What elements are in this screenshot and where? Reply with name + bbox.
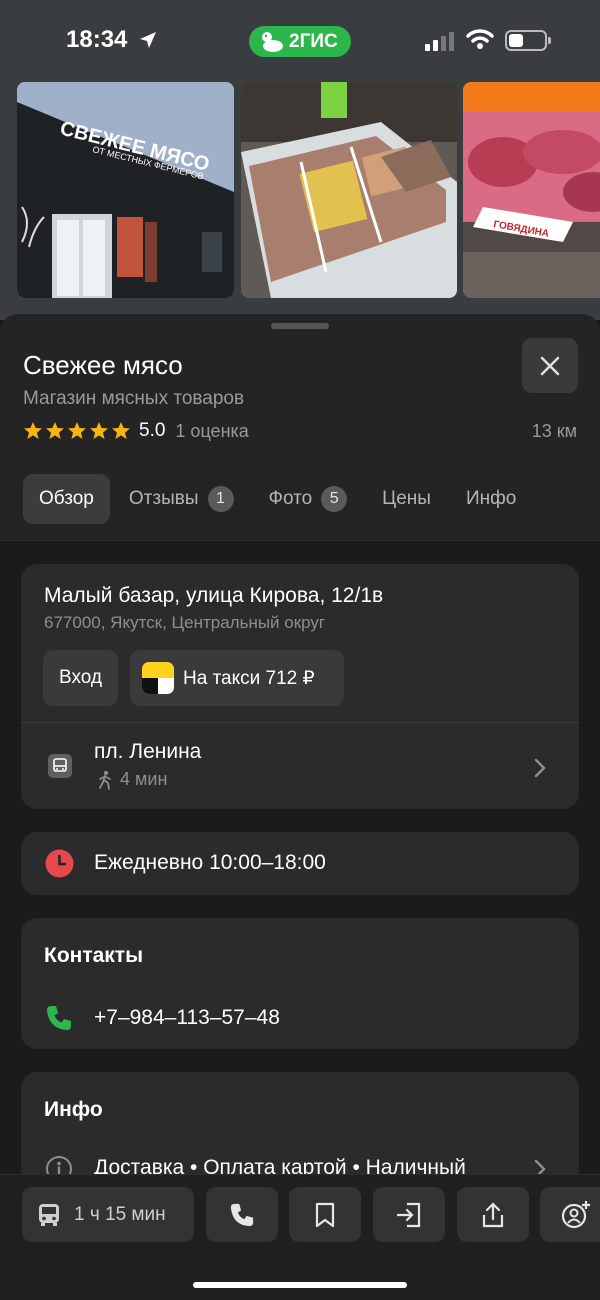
hours-text: Ежедневно 10:00–18:00 <box>94 851 326 874</box>
tab-label: Обзор <box>39 488 94 509</box>
star-icon <box>90 422 108 439</box>
rating-count: 1 оценка <box>175 420 249 441</box>
walking-icon <box>99 770 111 790</box>
rating-row[interactable]: 5.0 1 оценка <box>23 420 249 442</box>
freezer-photo[interactable] <box>241 82 457 298</box>
tab-badge: 1 <box>207 486 234 512</box>
tab-label: Фото <box>268 488 313 509</box>
signal-icon <box>425 32 454 51</box>
route-time: 1 ч 15 мин <box>74 1203 166 1225</box>
tab-label: Цены <box>382 488 431 509</box>
close-button[interactable] <box>522 338 578 393</box>
info-title: Инфо <box>44 1098 103 1121</box>
tab-photos[interactable]: Фото 5 <box>253 474 364 524</box>
transit-stop[interactable]: пл. Ленина <box>94 740 201 764</box>
goose-logo-icon <box>262 31 283 52</box>
app-pill[interactable]: 2ГИС <box>249 26 351 57</box>
star-icon <box>112 422 130 439</box>
close-icon <box>540 356 560 375</box>
home-indicator[interactable] <box>193 1282 407 1288</box>
star-icon <box>24 422 42 439</box>
tab-prices[interactable]: Цены <box>366 474 447 524</box>
chevron-right-icon[interactable] <box>533 757 547 779</box>
meat-counter-photo[interactable]: ГОВЯДИНА <box>463 82 600 298</box>
share-button[interactable] <box>457 1187 529 1242</box>
tab-reviews[interactable]: Отзывы 1 <box>113 474 250 524</box>
star-icon <box>46 422 64 439</box>
route-button[interactable]: 1 ч 15 мин <box>22 1187 194 1242</box>
rating-value: 5.0 <box>139 420 166 441</box>
battery-icon <box>505 30 551 51</box>
phone-icon <box>47 1006 71 1030</box>
call-button[interactable] <box>206 1187 278 1242</box>
bus-icon <box>48 754 72 778</box>
status-bar: 18:34 2ГИС <box>0 0 600 80</box>
tab-badge: 5 <box>321 486 348 512</box>
clock-icon <box>45 849 74 878</box>
address-line[interactable]: Малый базар, улица Кирова, 12/1в <box>44 584 383 608</box>
sheet-grabber[interactable] <box>271 323 329 329</box>
app-name: 2ГИС <box>289 30 338 52</box>
place-subtitle: Магазин мясных товаров <box>23 388 245 409</box>
entry-label: Вход <box>59 667 102 688</box>
photo-gallery: СВЕЖЕЕ МЯСО ОТ МЕСТНЫХ ФЕРМЕРОВ ГОВЯДИНА <box>0 80 600 320</box>
address-sub: 677000, Якутск, Центральный округ <box>44 613 326 632</box>
location-arrow-icon <box>140 32 156 48</box>
rating-stars <box>23 421 131 441</box>
star-icon <box>68 422 86 439</box>
share-icon <box>482 1201 504 1227</box>
walk-time-row: 4 мин <box>96 769 167 790</box>
place-title: Свежее мясо <box>23 350 183 380</box>
divider <box>21 722 579 723</box>
hours-card[interactable]: Ежедневно 10:00–18:00 <box>21 832 579 895</box>
tab-info[interactable]: Инфо <box>450 474 532 524</box>
place-card-sheet: Свежее мясо Магазин мясных товаров 5.0 1… <box>0 314 600 1300</box>
enter-icon <box>396 1202 421 1227</box>
tab-bar: Обзор Отзывы 1 Фото 5 Цены Инфо <box>23 474 535 524</box>
tab-overview[interactable]: Обзор <box>23 474 110 524</box>
entrance-button[interactable] <box>373 1187 445 1242</box>
tab-label: Инфо <box>465 488 517 509</box>
storefront-photo[interactable]: СВЕЖЕЕ МЯСО ОТ МЕСТНЫХ ФЕРМЕРОВ <box>17 82 234 298</box>
bus-icon <box>39 1203 59 1226</box>
tab-label: Отзывы <box>128 488 199 509</box>
yandex-taxi-icon <box>142 662 174 694</box>
walk-time: 4 мин <box>120 769 168 789</box>
contacts-title: Контакты <box>44 944 144 967</box>
phone-icon <box>230 1203 254 1226</box>
entry-button[interactable]: Вход <box>43 650 118 706</box>
bookmark-button[interactable] <box>289 1187 361 1242</box>
wifi-icon <box>466 29 494 49</box>
bottom-action-bar: 1 ч 15 мин <box>0 1174 600 1300</box>
contacts-card: Контакты +7‒984‒113‒57‒48 <box>21 918 579 1049</box>
add-person-icon <box>561 1200 590 1228</box>
distance: 13 км <box>531 421 577 441</box>
address-card: Малый базар, улица Кирова, 12/1в 677000,… <box>21 564 579 809</box>
taxi-button[interactable]: На такси 712 ₽ <box>130 650 344 706</box>
add-contact-button[interactable] <box>540 1187 600 1242</box>
taxi-label: На такси 712 ₽ <box>183 667 315 689</box>
phone-number[interactable]: +7‒984‒113‒57‒48 <box>94 1006 280 1030</box>
status-time: 18:34 <box>66 26 128 53</box>
bookmark-icon <box>315 1202 335 1227</box>
